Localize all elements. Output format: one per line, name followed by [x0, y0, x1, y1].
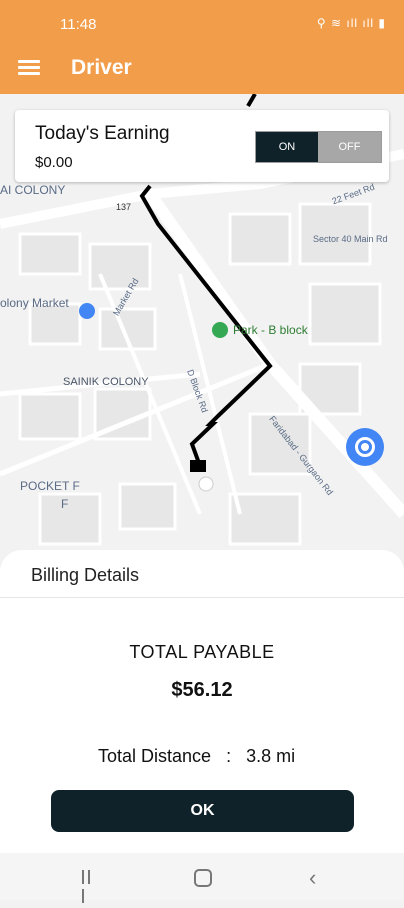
total-payable-value: $56.12	[171, 679, 233, 701]
home-icon[interactable]	[194, 869, 212, 887]
ok-button[interactable]: OK	[51, 790, 354, 832]
earnings-title: Today's Earning	[35, 123, 170, 144]
map-label-sector: Sector 40 Main Rd	[313, 234, 388, 244]
page-title: Driver	[71, 56, 132, 79]
earnings-amount: $0.00	[35, 154, 73, 171]
distance-separator: :	[226, 746, 232, 766]
status-icons: ⚲ ≋ ıll ıll ▮	[316, 16, 386, 30]
billing-sheet: Billing Details TOTAL PAYABLE $56.12 Tot…	[0, 550, 404, 853]
map-label-pocket: POCKET F	[20, 479, 80, 493]
map-label-sainik: SAINIK COLONY	[63, 376, 149, 388]
online-toggle[interactable]: ON OFF	[255, 131, 382, 163]
total-distance: Total Distance : 3.8 mi	[98, 746, 295, 767]
status-time: 11:48	[60, 16, 97, 33]
back-icon[interactable]: ‹	[309, 865, 316, 891]
map-label-pocket-f: F	[61, 497, 69, 511]
my-location-icon[interactable]	[346, 428, 384, 466]
recent-apps-icon[interactable]	[82, 870, 98, 903]
distance-value: 3.8 mi	[246, 746, 296, 766]
status-bar: 11:48 ⚲ ≋ ıll ıll ▮	[0, 0, 404, 48]
app-bar: Driver	[0, 48, 404, 94]
map-label-park: Park - B block	[233, 323, 308, 337]
map-label-route: 137	[116, 202, 132, 212]
menu-icon[interactable]	[18, 57, 40, 79]
billing-header: Billing Details	[0, 550, 404, 598]
system-nav-bar: ‹	[0, 853, 404, 903]
total-payable-label: TOTAL PAYABLE	[129, 642, 275, 662]
distance-label: Total Distance	[98, 746, 212, 766]
map-label-colony: AI COLONY	[0, 183, 66, 197]
billing-title: Billing Details	[31, 565, 140, 585]
toggle-on[interactable]: ON	[256, 132, 318, 162]
toggle-off[interactable]: OFF	[318, 132, 381, 162]
earnings-card: Today's Earning $0.00 ON OFF	[15, 110, 389, 182]
map-label-market: olony Market	[0, 296, 69, 310]
